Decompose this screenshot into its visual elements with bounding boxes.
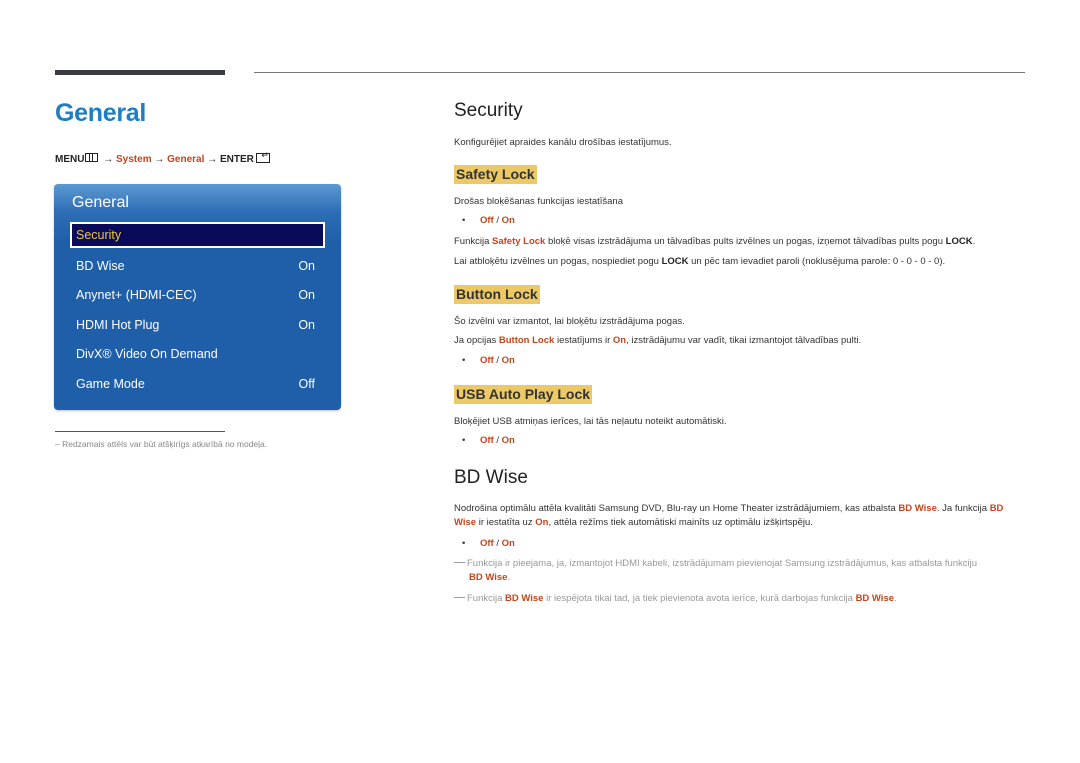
note-dash-icon [454, 597, 465, 598]
button-lock-options: • Off / On [462, 355, 515, 366]
bullet-icon: • [462, 215, 466, 226]
menu-item-value: On [298, 288, 315, 302]
bdwise-note-2: Funkcija BD Wise ir iespējota tikai tad,… [454, 592, 1014, 606]
menu-item-hdmi-hot-plug[interactable]: HDMI Hot Plug On [70, 312, 325, 338]
breadcrumb-arrow: → [207, 154, 218, 165]
option-separator: / [493, 215, 502, 226]
security-intro: Konfigurējiet apraides kanālu drošības i… [454, 137, 672, 148]
menu-item-game-mode[interactable]: Game Mode Off [70, 371, 325, 397]
option-separator: / [493, 355, 502, 366]
enter-icon [255, 150, 270, 163]
text: Nodrošina optimālu attēla kvalitāti Sams… [454, 503, 899, 514]
option-off: Off [480, 435, 494, 446]
menu-item-anynet[interactable]: Anynet+ (HDMI-CEC) On [70, 282, 325, 308]
safety-lock-desc: Drošas bloķēšanas funkcijas iestatīšana [454, 196, 623, 207]
menu-item-value: Off [298, 377, 315, 391]
menu-item-label: BD Wise [76, 259, 125, 273]
page-title: General [55, 99, 147, 127]
highlight: BD Wise [898, 503, 937, 514]
button-lock-line: Ja opcijas Button Lock iestatījums ir On… [454, 335, 861, 346]
menu-item-label: HDMI Hot Plug [76, 318, 160, 332]
bdwise-note-1: Funkcija ir pieejama, ja, izmantojot HDM… [454, 557, 1014, 585]
highlight: On [612, 335, 627, 346]
highlight: On [535, 517, 549, 528]
highlight: BD Wise [469, 572, 508, 583]
usb-lock-desc: Bloķējiet USB atmiņas ierīces, lai tās n… [454, 416, 727, 427]
highlight: BD Wise [855, 593, 895, 604]
text: . [894, 593, 897, 604]
option-off: Off [480, 355, 494, 366]
text: ir iestatīta uz [476, 517, 536, 528]
highlight: BD Wise [505, 593, 544, 604]
bdwise-options: • Off / On [462, 538, 515, 549]
footnote: – Redzamais attēls var būt atšķirīgs atk… [55, 439, 267, 449]
security-heading: Security [454, 100, 523, 121]
breadcrumb-system: System [116, 154, 152, 165]
text: Funkcija [467, 593, 506, 604]
text: Funkcija [454, 236, 493, 247]
osd-menu-title: General [72, 194, 129, 211]
text: bloķē visas izstrādājuma un tālvadības p… [545, 236, 946, 247]
breadcrumb-general: General [167, 154, 205, 165]
text: . [972, 236, 976, 247]
bdwise-paragraph: Nodrošina optimālu attēla kvalitāti Sams… [454, 502, 1019, 530]
usb-lock-options: • Off / On [462, 435, 515, 446]
bullet-icon: • [462, 538, 466, 549]
option-on: On [501, 215, 515, 226]
breadcrumb-arrow: → [154, 154, 165, 165]
header-rule-thick [55, 70, 225, 75]
menu-item-value: On [298, 259, 315, 273]
menu-item-label: DivX® Video On Demand [76, 347, 218, 361]
usb-lock-heading: USB Auto Play Lock [454, 385, 593, 404]
menu-item-label: Security [76, 228, 122, 242]
text: . Ja funkcija [936, 503, 990, 514]
menu-item-bd-wise[interactable]: BD Wise On [70, 253, 325, 279]
option-off: Off [480, 215, 494, 226]
note-dash-icon [454, 562, 465, 563]
breadcrumb-menu: MENU [55, 154, 85, 165]
text: Funkcija ir pieejama, ja, izmantojot HDM… [467, 558, 978, 569]
breadcrumb-enter: ENTER [219, 154, 254, 165]
breadcrumb: MENU → System → General → ENTER [55, 150, 270, 165]
key-label: LOCK [945, 236, 973, 247]
text: ir iespējota tikai tad, ja tiek pievieno… [543, 593, 856, 604]
footnote-rule [55, 431, 225, 432]
bullet-icon: • [462, 435, 466, 446]
header-rule-thin [254, 72, 1025, 73]
text: Ja opcijas [454, 335, 499, 346]
option-off: Off [480, 538, 494, 549]
bullet-icon: • [462, 355, 466, 366]
footnote-text: Redzamais attēls var būt atšķirīgs atkar… [62, 439, 268, 449]
button-lock-desc: Šo izvēlni var izmantot, lai bloķētu izs… [454, 316, 685, 327]
text: . [507, 572, 511, 583]
menu-icon [85, 153, 99, 162]
text: Lai atbloķētu izvēlnes un pogas, nospied… [454, 256, 662, 267]
bdwise-heading: BD Wise [454, 467, 528, 488]
menu-item-security[interactable]: Security [70, 222, 325, 248]
safety-lock-line2: Lai atbloķētu izvēlnes un pogas, nospied… [454, 256, 945, 267]
menu-item-value: On [298, 318, 315, 332]
menu-item-label: Anynet+ (HDMI-CEC) [76, 288, 197, 302]
safety-lock-options: • Off / On [462, 215, 515, 226]
menu-item-divx[interactable]: DivX® Video On Demand [70, 341, 325, 367]
text: , attēla režīms tiek automātiski mainīts… [548, 517, 813, 528]
option-separator: / [493, 538, 502, 549]
breadcrumb-arrow: → [103, 154, 114, 165]
key-label: LOCK [661, 256, 689, 267]
text: un pēc tam ievadiet paroli (noklusējuma … [688, 256, 946, 267]
button-lock-heading: Button Lock [454, 285, 540, 304]
text: iestatījums ir [554, 335, 613, 346]
safety-lock-line1: Funkcija Safety Lock bloķē visas izstrād… [454, 236, 975, 247]
option-on: On [501, 435, 515, 446]
option-on: On [501, 538, 515, 549]
highlight: Safety Lock [492, 236, 546, 247]
menu-item-label: Game Mode [76, 377, 145, 391]
safety-lock-heading: Safety Lock [454, 165, 537, 184]
osd-menu-panel: General Security BD Wise On Anynet+ (HDM… [54, 184, 341, 410]
text: , izstrādājumu var vadīt, tikai izmantoj… [626, 335, 862, 346]
option-on: On [501, 355, 515, 366]
option-separator: / [493, 435, 502, 446]
highlight: Button Lock [498, 335, 555, 346]
